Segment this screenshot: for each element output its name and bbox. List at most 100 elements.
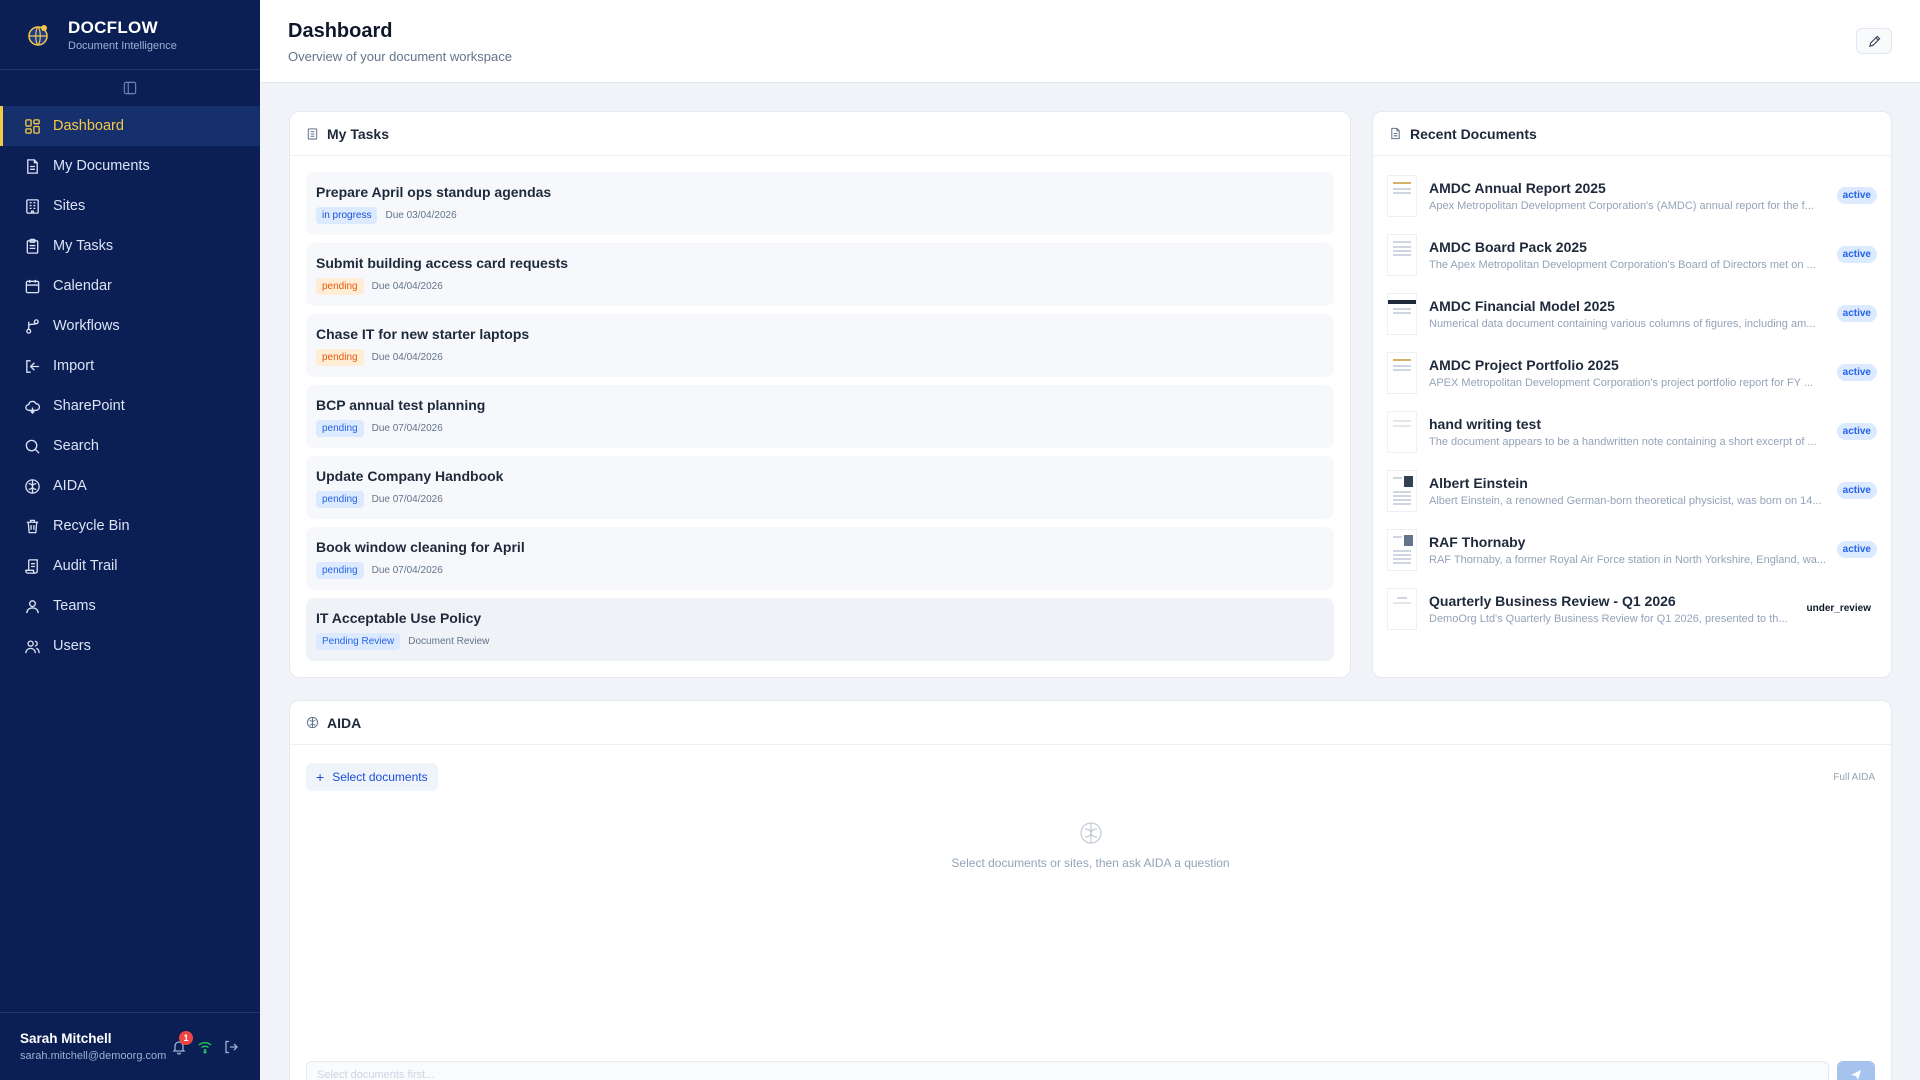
- document-thumbnail: [1387, 292, 1417, 335]
- document-item[interactable]: AMDC Board Pack 2025 The Apex Metropolita…: [1387, 225, 1877, 284]
- task-item[interactable]: IT Acceptable Use Policy Pending Review D…: [306, 598, 1334, 661]
- sidebar-item-my-tasks[interactable]: My Tasks: [0, 226, 260, 266]
- document-title: RAF Thornaby: [1429, 533, 1526, 550]
- team-icon: [26, 599, 39, 613]
- task-status-badge: pending: [316, 562, 364, 579]
- document-item[interactable]: AMDC Annual Report 2025 Apex Metropolitan…: [1387, 166, 1877, 225]
- task-title: BCP annual test planning: [316, 397, 486, 413]
- document-item[interactable]: AMDC Financial Model 2025 Numerical data …: [1387, 284, 1877, 343]
- sidebar-item-audit-trail[interactable]: Audit Trail: [0, 546, 260, 586]
- sidebar-item-aida[interactable]: AIDA: [0, 466, 260, 506]
- sidebar-item-label: Users: [53, 638, 91, 654]
- my-tasks-header: My Tasks: [290, 112, 1350, 156]
- pencil-icon: [1868, 35, 1880, 47]
- sidebar-item-label: Import: [53, 358, 95, 374]
- sidebar-item-label: Teams: [53, 598, 96, 614]
- document-status-badge: active: [1836, 482, 1877, 499]
- document-title: hand writing test: [1429, 415, 1541, 432]
- aida-question-input[interactable]: Select documents first...: [306, 1061, 1829, 1080]
- brain-icon: [1079, 822, 1102, 844]
- document-description: RAF Thornaby, a former Royal Air Force s…: [1429, 553, 1826, 566]
- sidebar-item-import[interactable]: Import: [0, 346, 260, 386]
- document-item[interactable]: RAF Thornaby RAF Thornaby, a former Royal…: [1387, 520, 1877, 579]
- sidebar-item-search[interactable]: Search: [0, 426, 260, 466]
- card-title: Recent Documents: [1410, 125, 1537, 142]
- task-item[interactable]: Update Company Handbook pending Due 07/04…: [306, 456, 1334, 519]
- task-item[interactable]: Book window cleaning for April pending Du…: [306, 527, 1334, 590]
- document-thumbnail: [1387, 351, 1417, 394]
- sidebar-item-teams[interactable]: Teams: [0, 586, 260, 626]
- select-documents-label: Select documents: [332, 770, 428, 784]
- sidebar-item-recycle-bin[interactable]: Recycle Bin: [0, 506, 260, 546]
- document-list: AMDC Annual Report 2025 Apex Metropolitan…: [1373, 156, 1891, 648]
- task-due-date: Due 07/04/2026: [371, 494, 443, 505]
- document-item[interactable]: AMDC Project Portfolio 2025 APEX Metropol…: [1387, 343, 1877, 402]
- task-title: Prepare April ops standup agendas: [316, 184, 552, 200]
- document-icon: [27, 158, 38, 174]
- page-title: Dashboard: [288, 20, 393, 42]
- sidebar-item-label: Calendar: [53, 278, 112, 294]
- wifi-icon: [198, 1041, 212, 1053]
- card-title: My Tasks: [327, 125, 389, 142]
- sidebar-item-label: Search: [53, 438, 99, 454]
- task-item[interactable]: Chase IT for new starter laptops pending…: [306, 314, 1334, 377]
- plus-icon: +: [316, 769, 325, 785]
- sidebar-item-label: Workflows: [53, 318, 120, 334]
- page-header: Dashboard Overview of your document work…: [260, 0, 1920, 83]
- notification-count-badge: 1: [179, 1030, 193, 1045]
- page-subtitle: Overview of your document workspace: [288, 49, 512, 64]
- document-item[interactable]: Quarterly Business Review - Q1 2026 DemoO…: [1387, 579, 1877, 638]
- task-title: IT Acceptable Use Policy: [316, 610, 482, 626]
- sidebar-item-sites[interactable]: Sites: [0, 186, 260, 226]
- task-title: Book window cleaning for April: [316, 539, 525, 555]
- sidebar-item-label: Sites: [53, 198, 86, 214]
- recent-documents-card: Recent Documents AMDC Annual Report 2025…: [1372, 111, 1892, 678]
- aida-card: AIDA + Select documents Full AIDA Select…: [289, 700, 1892, 1080]
- task-status-badge: pending: [316, 349, 364, 366]
- document-thumbnail: [1387, 528, 1417, 571]
- document-description: Numerical data document containing vario…: [1429, 317, 1816, 330]
- sidebar-item-dashboard[interactable]: Dashboard: [0, 106, 260, 146]
- sidebar-item-label: Recycle Bin: [53, 518, 130, 534]
- document-item[interactable]: Albert Einstein Albert Einstein, a renown…: [1387, 461, 1877, 520]
- collapse-sidebar-button[interactable]: [0, 70, 260, 106]
- full-aida-link[interactable]: Full AIDA: [1833, 772, 1875, 783]
- task-due-date: Due 04/04/2026: [371, 281, 443, 292]
- sidebar-item-my-documents[interactable]: My Documents: [0, 146, 260, 186]
- task-title: Update Company Handbook: [316, 468, 504, 484]
- send-button[interactable]: [1837, 1061, 1875, 1080]
- sidebar-toggle-icon: [123, 81, 137, 95]
- logout-button[interactable]: [222, 1038, 240, 1056]
- sidebar-item-users[interactable]: Users: [0, 626, 260, 666]
- document-status-badge: active: [1836, 423, 1877, 440]
- recent-documents-header: Recent Documents: [1373, 112, 1891, 156]
- sidebar-item-label: AIDA: [53, 478, 87, 494]
- sidebar-item-sharepoint[interactable]: SharePoint: [0, 386, 260, 426]
- notifications-button[interactable]: 1: [170, 1030, 193, 1056]
- grid-icon: [25, 118, 40, 134]
- brand[interactable]: DOCFLOW Document Intelligence: [0, 0, 260, 70]
- calendar-icon: [25, 279, 40, 293]
- task-item[interactable]: Prepare April ops standup agendas in pro…: [306, 172, 1334, 235]
- document-status-badge: active: [1836, 541, 1877, 558]
- users-icon: [25, 639, 40, 653]
- document-title: AMDC Project Portfolio 2025: [1429, 356, 1619, 373]
- brand-subtitle: Document Intelligence: [68, 39, 177, 52]
- document-description: APEX Metropolitan Development Corporatio…: [1429, 376, 1814, 389]
- task-item[interactable]: BCP annual test planning pending Due 07/0…: [306, 385, 1334, 448]
- sidebar-item-calendar[interactable]: Calendar: [0, 266, 260, 306]
- edit-dashboard-button[interactable]: [1856, 28, 1892, 54]
- document-title: Quarterly Business Review - Q1 2026: [1429, 592, 1676, 609]
- select-documents-button[interactable]: + Select documents: [306, 763, 438, 791]
- task-type-label: Document Review: [408, 636, 490, 647]
- sidebar-item-label: Audit Trail: [53, 558, 118, 574]
- send-icon: [1851, 1070, 1861, 1080]
- sidebar-item-workflows[interactable]: Workflows: [0, 306, 260, 346]
- task-item[interactable]: Submit building access card requests pen…: [306, 243, 1334, 306]
- document-item[interactable]: hand writing test The document appears to…: [1387, 402, 1877, 461]
- task-due-date: Due 04/04/2026: [371, 352, 443, 363]
- user-profile: Sarah Mitchell sarah.mitchell@demoorg.co…: [0, 1012, 260, 1080]
- document-thumbnail: [1387, 233, 1417, 276]
- document-title: AMDC Financial Model 2025: [1429, 297, 1615, 314]
- task-title: Chase IT for new starter laptops: [316, 326, 530, 342]
